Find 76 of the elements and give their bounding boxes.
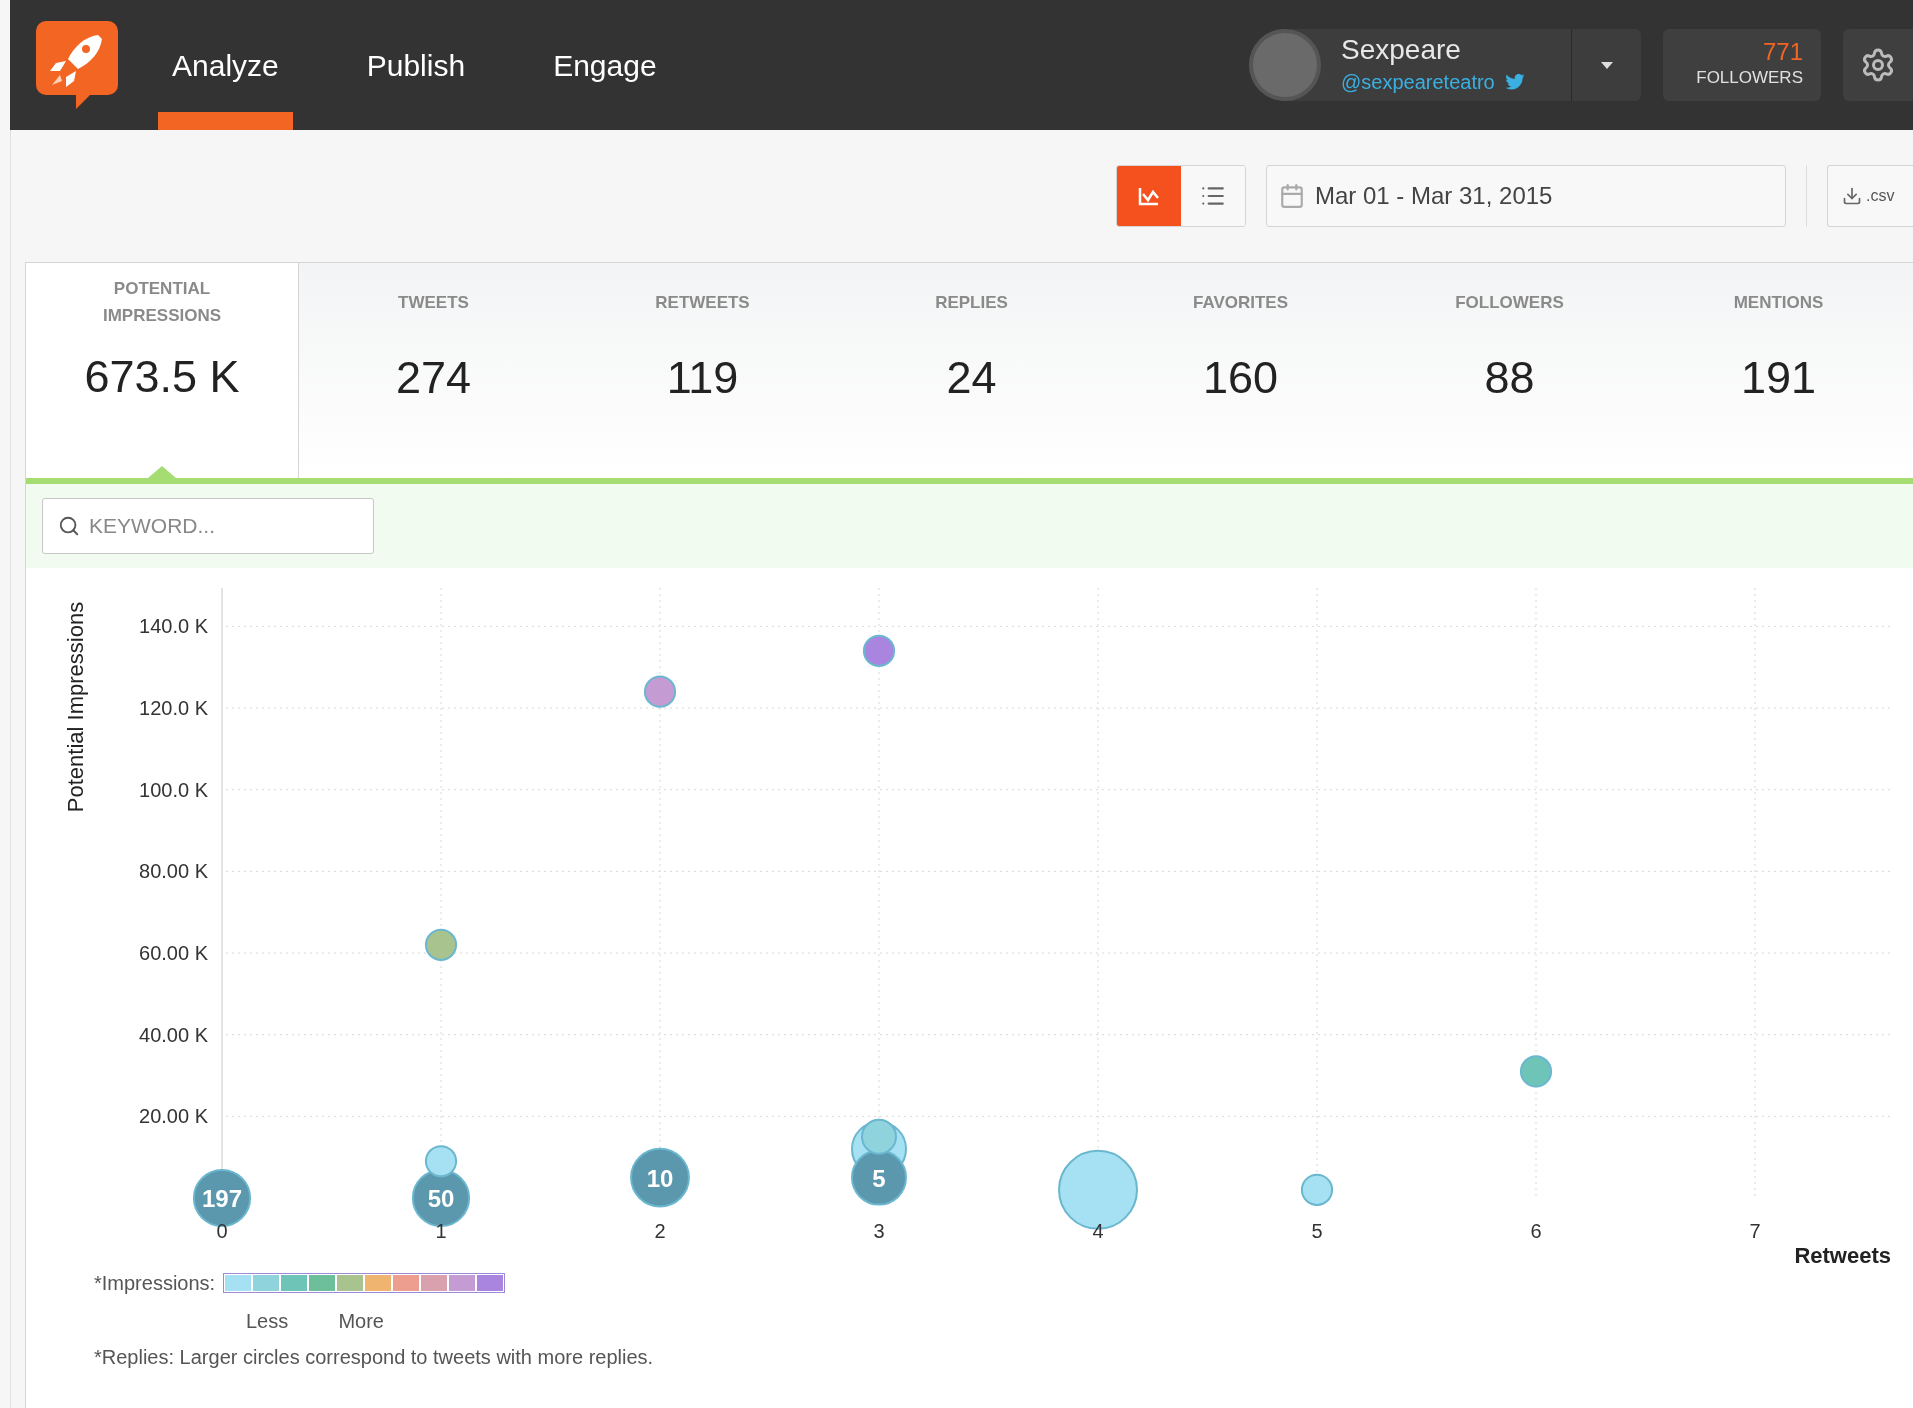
stat-tab[interactable]: FOLLOWERS 88 — [1375, 263, 1644, 478]
bubble-count: 5 — [872, 1164, 886, 1192]
y-axis-title: Potential Impressions — [63, 601, 88, 813]
followers-box[interactable]: 771 FOLLOWERS — [1663, 29, 1821, 101]
x-tick-label: 6 — [1530, 1220, 1542, 1242]
view-button[interactable] — [1117, 166, 1181, 226]
y-tick-label: 120.0 K — [139, 697, 208, 720]
nav-tab[interactable]: Engage — [539, 0, 671, 130]
csv-export-button[interactable]: .csv — [1827, 165, 1913, 227]
bubble[interactable] — [861, 1118, 897, 1155]
stat-value: 88 — [1484, 351, 1535, 405]
caret-icon — [1600, 61, 1613, 69]
stat-label: FAVORITES — [1191, 292, 1290, 314]
line-chart-icon — [1138, 186, 1160, 206]
x-tick-label: 7 — [1749, 1220, 1761, 1242]
stat-label: RETWEETS — [654, 292, 751, 314]
bubble[interactable] — [1519, 1055, 1553, 1088]
account-name: Sexpeare — [1341, 33, 1462, 67]
stat-value: 24 — [946, 351, 997, 405]
bird-icon — [1504, 74, 1525, 90]
y-tick-label: 100.0 K — [139, 778, 208, 801]
search-icon — [58, 515, 80, 537]
y-tick-label: 60.00 K — [139, 942, 208, 965]
y-tick-label: 40.00 K — [139, 1023, 208, 1046]
legend-title: *Impressions: — [94, 1271, 216, 1296]
bubble-count: 10 — [646, 1164, 674, 1192]
keyword-search-field[interactable]: KEYWORD... — [42, 498, 374, 554]
bubble-count: 197 — [202, 1185, 242, 1212]
stat-tab[interactable]: TWEETS 274 — [299, 263, 568, 478]
bubble[interactable] — [630, 1147, 690, 1208]
x-tick-label: 5 — [1311, 1220, 1323, 1242]
bubble[interactable] — [1300, 1173, 1334, 1206]
stat-label: REPLIES — [934, 292, 1009, 314]
stat-tab[interactable]: POTENTIAL IMPRESSIONS 673.5 K — [26, 263, 299, 478]
bubble[interactable] — [851, 1149, 907, 1206]
x-tick-label: 2 — [654, 1220, 666, 1242]
legend-note: *Replies: Larger circles correspond to tweets with more replies. — [94, 1345, 655, 1370]
legend-more: More — [338, 1309, 384, 1334]
date-range: Mar 01 - Mar 31, 2015 — [1315, 181, 1553, 211]
legend-less: Less — [246, 1309, 289, 1334]
y-tick-label: 20.00 K — [139, 1105, 208, 1128]
followers-label: FOLLOWERS — [1696, 67, 1803, 90]
x-tick-label: 0 — [216, 1220, 228, 1242]
stat-value: 191 — [1740, 351, 1817, 405]
bubble[interactable] — [862, 634, 896, 667]
download-icon — [1842, 186, 1862, 206]
stat-tab[interactable]: RETWEETS 119 — [568, 263, 837, 478]
date-range-picker[interactable]: Mar 01 - Mar 31, 2015 — [1266, 165, 1786, 227]
stat-tab[interactable]: FAVORITES 160 — [1106, 263, 1375, 478]
y-tick-label: 80.00 K — [139, 860, 208, 883]
stat-label: FOLLOWERS — [1454, 292, 1565, 314]
nav-tab[interactable]: Analyze — [158, 0, 293, 130]
bubble[interactable] — [424, 1145, 458, 1178]
bubble[interactable] — [424, 928, 458, 961]
x-tick-label: 1 — [435, 1220, 447, 1242]
calendar-icon — [1279, 183, 1305, 209]
account-switcher[interactable]: Sexpeare @sexpeareteatro — [1249, 29, 1641, 101]
stat-value: 673.5 K — [84, 350, 240, 404]
stat-label: MENTIONS — [1732, 292, 1825, 314]
account-handle: @sexpeareteatro — [1341, 70, 1495, 95]
stat-value: 119 — [666, 351, 739, 405]
stat-value: 274 — [395, 351, 472, 405]
stat-value: 160 — [1202, 351, 1279, 405]
stat-label: TWEETS — [397, 292, 470, 314]
stat-tab[interactable]: REPLIES 24 — [837, 263, 1106, 478]
settings-icon — [1860, 47, 1896, 83]
stat-label: POTENTIAL IMPRESSIONS — [101, 278, 223, 327]
bubble[interactable] — [643, 675, 677, 708]
settings-button[interactable] — [1843, 29, 1913, 101]
x-axis-title: Retweets — [1794, 1243, 1891, 1268]
followers-count: 771 — [1762, 39, 1803, 66]
bubble-count: 50 — [427, 1185, 455, 1212]
y-tick-label: 140.0 K — [139, 615, 208, 638]
x-tick-label: 3 — [873, 1220, 885, 1242]
nav-tab[interactable]: Publish — [352, 0, 480, 130]
stat-tab[interactable]: MENTIONS 191 — [1644, 263, 1913, 478]
